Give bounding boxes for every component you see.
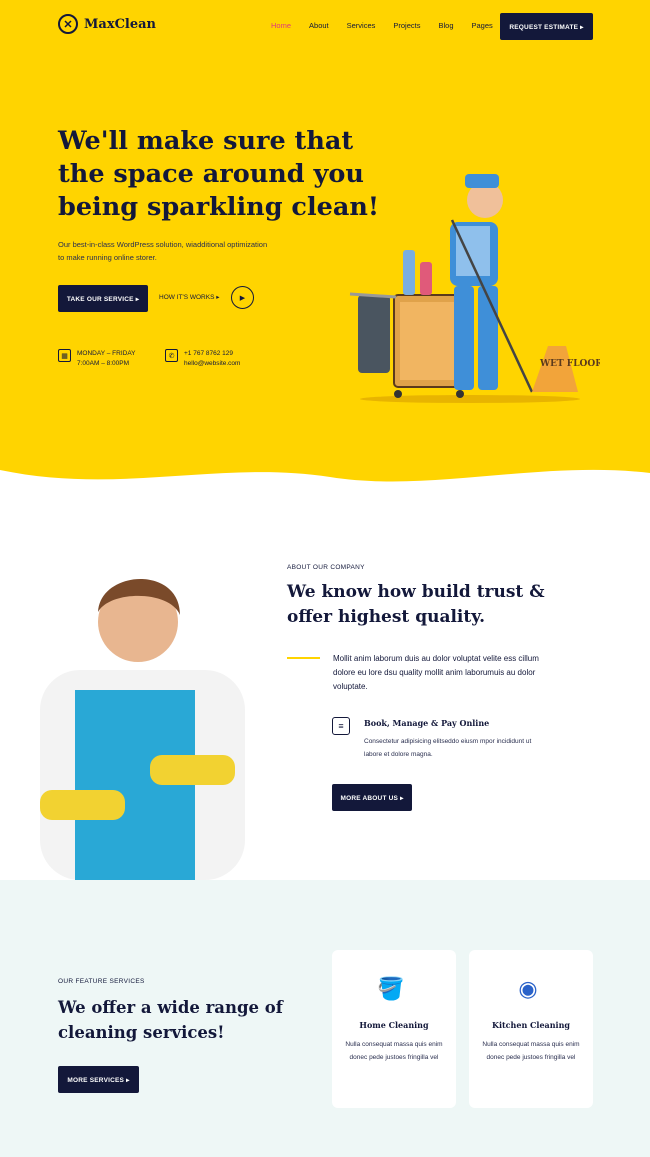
hero-section: ✕ MaxClean Home About Services Projects … bbox=[0, 0, 650, 490]
nav-item-about[interactable]: About bbox=[309, 21, 329, 30]
worker-photo bbox=[40, 578, 245, 880]
nav-item-projects[interactable]: Projects bbox=[393, 21, 420, 30]
play-video-icon[interactable]: ▶ bbox=[231, 286, 254, 309]
feature-title: Book, Manage & Pay Online bbox=[364, 718, 490, 728]
feature-text: Consectetur adipisicing elitseddo eiusm … bbox=[364, 738, 532, 758]
dish-icon: ◉ bbox=[518, 976, 538, 1001]
brand-name: MaxClean bbox=[84, 16, 156, 32]
service-card-text: Nulla consequat massa quis enim donec pe… bbox=[482, 1041, 580, 1061]
service-card-title: Kitchen Cleaning bbox=[491, 1020, 570, 1030]
about-text: Mollit anim laborum duis au dolor volupt… bbox=[333, 654, 539, 691]
about-tag: ABOUT OUR COMPANY bbox=[287, 564, 365, 571]
janitor-illustration: WET FLOOR bbox=[349, 174, 600, 403]
services-title: We offer a wide range of cleaning servic… bbox=[58, 998, 283, 1042]
wet-floor-sign-text: WET FLOOR bbox=[539, 359, 600, 369]
email-address[interactable]: hello@website.com bbox=[184, 359, 240, 369]
service-card-kitchen[interactable]: ◉ Kitchen Cleaning Nulla consequat massa… bbox=[469, 950, 593, 1108]
calendar-icon: ▦ bbox=[58, 349, 71, 362]
about-title: We know how build trust & offer highest … bbox=[287, 582, 545, 627]
main-menu: Home About Services Projects Blog Pages bbox=[271, 21, 511, 30]
hours-info: ▦ MONDAY – FRIDAY 7:00AM – 8:00PM bbox=[58, 349, 136, 369]
brand-logo[interactable]: ✕ MaxClean bbox=[58, 14, 156, 34]
phone-icon: ✆ bbox=[165, 349, 178, 362]
hero-title: We'll make sure that the space around yo… bbox=[58, 126, 380, 222]
logo-icon: ✕ bbox=[58, 14, 78, 34]
more-about-button[interactable]: MORE ABOUT US ▸ bbox=[332, 784, 412, 811]
document-icon: ≡ bbox=[332, 717, 350, 735]
hero-subtitle: Our best-in-class WordPress solution, wi… bbox=[58, 240, 268, 262]
nav-item-services[interactable]: Services bbox=[347, 21, 376, 30]
service-card-text: Nulla consequat massa quis enim donec pe… bbox=[345, 1041, 443, 1061]
more-services-button[interactable]: MORE SERVICES ▸ bbox=[58, 1066, 139, 1093]
contact-info: ✆ +1 767 8762 129 hello@website.com bbox=[165, 349, 240, 369]
phone-number[interactable]: +1 767 8762 129 bbox=[184, 349, 240, 359]
request-estimate-button[interactable]: REQUEST ESTIMATE ▸ bbox=[500, 13, 593, 40]
service-card-home[interactable]: 🪣 Home Cleaning Nulla consequat massa qu… bbox=[332, 950, 456, 1108]
bucket-icon: 🪣 bbox=[377, 976, 405, 1001]
nav-item-home[interactable]: Home bbox=[271, 21, 291, 30]
how-it-works-link[interactable]: HOW IT'S WORKS ▸ bbox=[159, 293, 219, 301]
services-tag: OUR FEATURE SERVICES bbox=[58, 978, 145, 985]
top-navbar: ✕ MaxClean Home About Services Projects … bbox=[0, 0, 650, 52]
hero-wave-divider bbox=[0, 469, 650, 490]
accent-line bbox=[287, 657, 320, 659]
nav-item-pages[interactable]: Pages bbox=[472, 21, 493, 30]
nav-item-blog[interactable]: Blog bbox=[438, 21, 453, 30]
take-service-button[interactable]: TAKE OUR SERVICE ▸ bbox=[58, 285, 148, 312]
service-card-title: Home Cleaning bbox=[359, 1020, 429, 1030]
hours-days: MONDAY – FRIDAY bbox=[77, 350, 136, 357]
hours-time: 7:00AM – 8:00PM bbox=[77, 360, 130, 367]
